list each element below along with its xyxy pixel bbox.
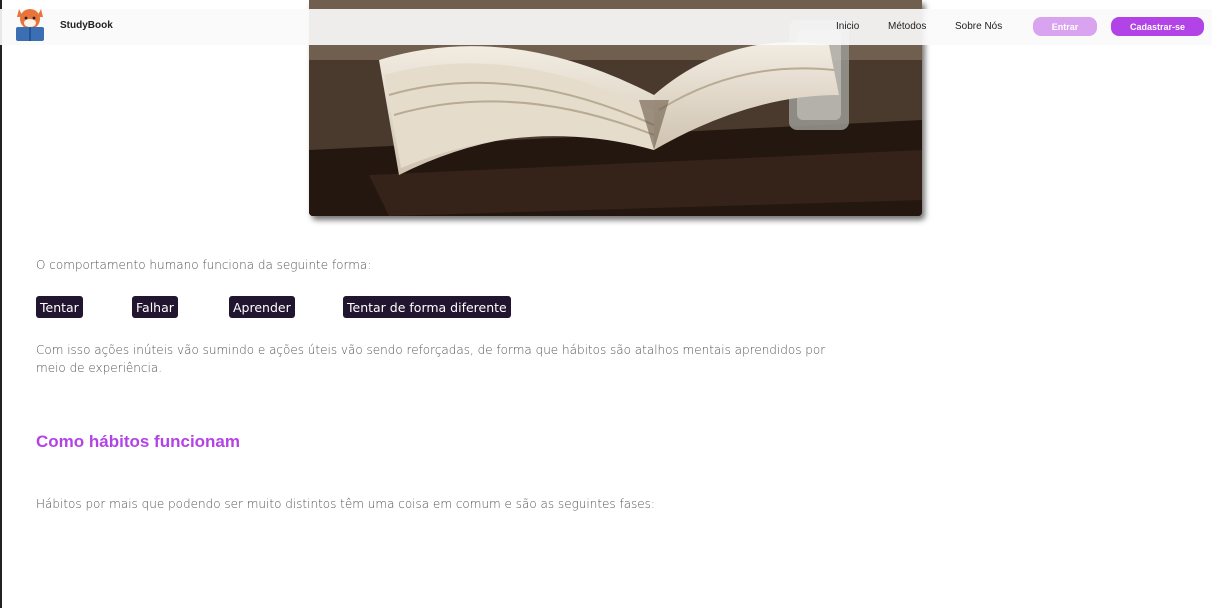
window-left-edge (0, 0, 2, 608)
login-button[interactable]: Entrar (1033, 17, 1097, 36)
fox-reading-book-icon[interactable] (13, 3, 47, 43)
explanation-paragraph: Com isso ações inúteis vão sumindo e açõ… (36, 343, 826, 375)
section-title: Como hábitos funcionam (36, 432, 240, 451)
nav-link-inicio[interactable]: Inicio (836, 21, 859, 32)
step-chip-tentar-diferente: Tentar de forma diferente (343, 296, 511, 318)
top-navbar: StudyBook Inicio Métodos Sobre Nós Entra… (0, 9, 1212, 45)
nav-link-sobre-nos[interactable]: Sobre Nós (955, 21, 1002, 32)
signup-button[interactable]: Cadastrar-se (1111, 17, 1204, 36)
intro-text: O comportamento humano funciona da segui… (36, 258, 372, 272)
brand-name[interactable]: StudyBook (60, 20, 113, 31)
step-chip-falhar: Falhar (132, 296, 178, 318)
section-paragraph: Hábitos por mais que podendo ser muito d… (36, 497, 655, 511)
nav-link-metodos[interactable]: Métodos (888, 21, 926, 32)
step-chip-tentar: Tentar (36, 296, 83, 318)
step-chip-aprender: Aprender (229, 296, 295, 318)
